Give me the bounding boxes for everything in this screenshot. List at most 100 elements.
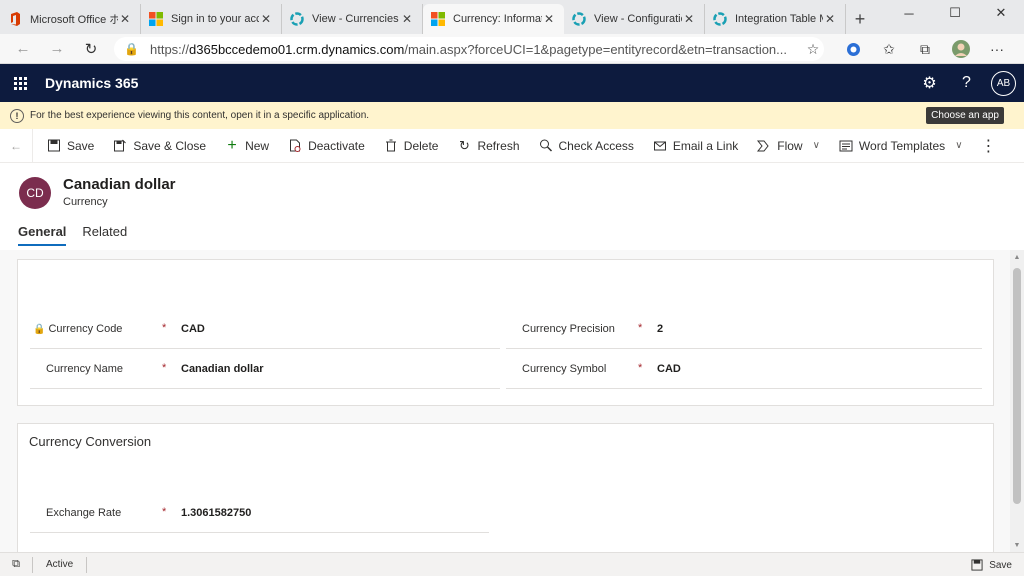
back-button[interactable]: ← [0,128,33,163]
check-access-button[interactable]: Check Access [529,129,643,163]
refresh-button[interactable]: ↻ Refresh [447,129,528,163]
scroll-down-icon[interactable]: ▼ [1010,538,1024,552]
url-path: /main.aspx?forceUCI=1&pagetype=entityrec… [404,41,787,57]
new-button[interactable]: + New [215,129,278,163]
browser-toolbar: ← → ↻ 🔒 https://d365bccedemo01.crm.dynam… [0,34,1024,64]
deactivate-icon [290,139,301,152]
exchange-rate-label: Exchange Rate [46,507,122,519]
delete-button[interactable]: Delete [374,129,448,163]
currency-symbol-input[interactable]: CAD [657,350,681,388]
save-button[interactable]: Save [37,129,103,163]
address-bar[interactable]: 🔒 https://d365bccedemo01.crm.dynamics.co… [114,37,824,61]
currency-symbol-label: Currency Symbol [522,363,607,375]
new-label: New [245,138,270,153]
favorites-icon[interactable]: ✩ [872,34,906,64]
new-tab-button[interactable]: + [846,4,874,34]
more-options-icon[interactable]: ··· [980,34,1014,64]
minimize-icon[interactable]: ─ [886,0,932,26]
word-templates-button[interactable]: Word Templates ∨ [829,129,972,163]
divider [86,556,88,573]
tab-general[interactable]: General [18,224,67,246]
app-name[interactable]: Dynamics 365 [45,75,138,91]
save-close-button[interactable]: Save & Close [103,129,215,163]
chevron-down-icon: ∨ [812,140,820,151]
required-indicator: * [638,322,643,334]
close-icon[interactable]: ✕ [682,12,696,26]
browser-tab-title: View - Configuration [594,13,682,25]
info-icon: ! [10,108,24,123]
browser-tab-office[interactable]: Microsoft Office ホーム ✕ [0,4,141,34]
close-icon[interactable]: ✕ [118,12,132,26]
scrollbar-thumb[interactable] [1013,268,1021,504]
status-bar: ⧉ Active Save [0,552,1024,576]
email-icon [653,141,666,151]
settings-icon[interactable]: ⚙ [911,64,948,102]
flow-icon [757,140,769,151]
required-indicator: * [162,362,167,374]
form-body: 🔒 Currency Code * CAD Currency Name * Can… [0,250,1010,552]
currency-name-field: Currency Name * Canadian dollar [30,350,500,389]
tab-related[interactable]: Related [82,224,127,244]
close-icon[interactable]: ✕ [259,12,273,26]
reload-icon[interactable]: ↻ [74,34,108,64]
close-icon[interactable]: ✕ [400,12,414,26]
app-header: Dynamics 365 ⚙ ? AB [0,64,1024,102]
app-header-actions: ⚙ ? AB [911,64,1016,102]
browser-tab-title: Microsoft Office ホーム [30,14,118,26]
lock-icon[interactable]: 🔒 [124,42,140,56]
currency-code-label: 🔒 Currency Code [33,310,123,348]
check-access-label: Check Access [558,138,634,153]
browser-tab-title: View - Currencies - D [312,13,400,25]
deactivate-button[interactable]: Deactivate [278,129,374,163]
forward-icon[interactable]: → [40,34,74,64]
close-window-icon[interactable]: ✕ [978,0,1024,26]
add-favorite-icon[interactable]: ☆ [802,41,824,58]
currency-name-input[interactable]: Canadian dollar [181,350,264,388]
dynamics-icon [713,12,727,26]
general-section: 🔒 Currency Code * CAD Currency Name * Can… [17,259,994,406]
vertical-scrollbar[interactable]: ▲ ▼ [1010,250,1024,552]
browser-tab-configuration[interactable]: View - Configuration ✕ [564,4,705,34]
back-arrow-icon: ← [10,138,22,153]
browser-actions: ✩ ⧉ ··· [836,34,1014,64]
browser-tab-title: Integration Table Ma [735,13,823,25]
command-bar: ← Save Save & Close + New Deactivate Del… [0,128,1024,163]
delete-label: Delete [403,138,439,153]
microsoft-icon [431,12,445,26]
collections-icon[interactable]: ⧉ [908,34,942,64]
currency-code-label-text: Currency Code [48,323,123,335]
close-icon[interactable]: ✕ [823,12,837,26]
refresh-label: Refresh [477,138,520,153]
more-commands-button[interactable]: ⋮ [972,129,1006,163]
user-avatar[interactable]: AB [991,70,1016,96]
statusbar-save-button[interactable]: Save [971,553,1012,576]
required-indicator: * [162,322,167,334]
save-close-label: Save & Close [133,138,207,153]
url-text[interactable]: https://d365bccedemo01.crm.dynamics.com/… [150,42,802,57]
url-host: d365bccedemo01.crm.dynamics.com [189,41,405,57]
currency-precision-input[interactable]: 2 [657,310,663,348]
browser-tab-currency-info[interactable]: Currency: Informatio ✕ [423,4,564,34]
browser-tab-currencies[interactable]: View - Currencies - D ✕ [282,4,423,34]
exchange-rate-input[interactable]: 1.3061582750 [181,494,251,532]
email-link-button[interactable]: Email a Link [643,129,747,163]
currency-code-value[interactable]: CAD [181,310,205,348]
extension-icon[interactable] [836,34,870,64]
app-launcher-icon[interactable] [0,64,40,102]
email-link-label: Email a Link [672,138,739,153]
open-in-window-icon[interactable]: ⧉ [0,558,32,571]
help-icon[interactable]: ? [948,64,985,102]
profile-avatar[interactable] [944,34,978,64]
back-icon[interactable]: ← [6,34,40,64]
close-icon[interactable]: ✕ [542,12,556,26]
browser-tab-integration[interactable]: Integration Table Ma ✕ [705,4,846,34]
maximize-icon[interactable]: ☐ [932,0,978,26]
form-tabs: General Related [18,224,127,246]
choose-app-tooltip: Choose an app [926,107,1004,124]
scroll-up-icon[interactable]: ▲ [1010,250,1024,264]
dynamics-icon [572,12,586,26]
currency-precision-label: Currency Precision [522,323,615,335]
browser-tab-signin[interactable]: Sign in to your account ✕ [141,4,282,34]
currency-name-label: Currency Name [46,363,124,375]
flow-button[interactable]: Flow ∨ [747,129,829,163]
